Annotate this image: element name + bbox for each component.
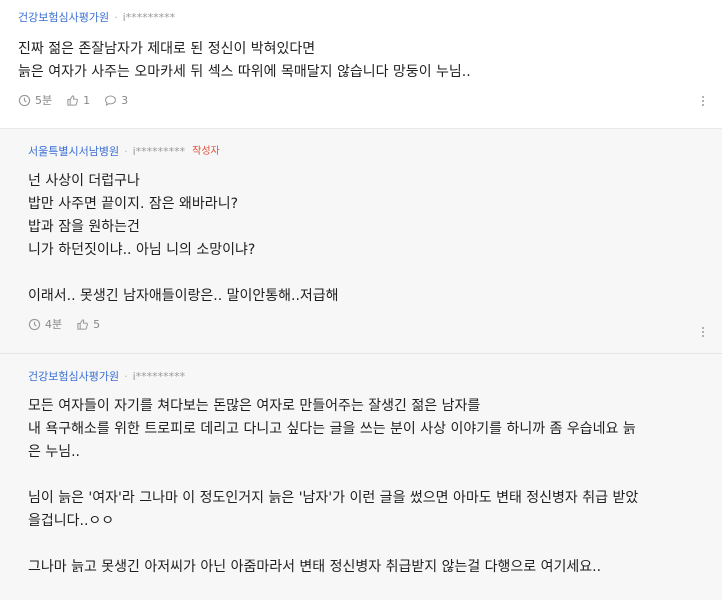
- comment-item: 건강보험심사평가원 · i********* 진짜 젊은 존잘남자가 제대로 된…: [0, 0, 722, 129]
- meta-separator: ·: [124, 145, 128, 158]
- comment-line: 늙은 여자가 사주는 오마카세 뒤 섹스 따위에 목매달지 않습니다 망둥이 누…: [18, 64, 471, 80]
- reply-item: 건강보험심사평가원 · i********* 모든 여자들이 자기를 쳐다보는 …: [0, 354, 722, 600]
- time-text: 4분: [45, 318, 63, 331]
- reply-item: 서울특별시서남병원 · i********* 작성자 넌 사상이 더럽구나 밥만…: [0, 129, 722, 354]
- comment-line: 그나마 늙고 못생긴 아저씨가 아닌 아줌마라서 변태 정신병자 취급받지 않는…: [28, 559, 602, 575]
- comment-meta: 건강보험심사평가원 · i*********: [18, 11, 704, 25]
- author-name[interactable]: 건강보험심사평가원: [28, 370, 119, 384]
- writer-badge: 작성자: [192, 146, 220, 157]
- comment-line: 내 욕구해소를 위한 트로피로 데리고 다니고 싶다는 글을 쓰는 분이 사상 …: [28, 421, 636, 437]
- comment-line: 이래서.. 못생긴 남자애들이랑은.. 말이안통해..저급해: [28, 288, 339, 304]
- time-text: 5분: [35, 94, 53, 107]
- comment-meta: 서울특별시서남병원 · i********* 작성자: [28, 145, 704, 159]
- clock-icon: [18, 94, 31, 106]
- reply-count: 3: [121, 93, 129, 107]
- like-button[interactable]: 5: [76, 318, 100, 331]
- comment-line: 밥과 잠을 원하는건: [28, 219, 140, 235]
- timestamp: 4분: [28, 316, 62, 332]
- author-name[interactable]: 서울특별시서남병원: [28, 145, 119, 159]
- user-id: i*********: [122, 11, 176, 24]
- comment-line: 님이 늙은 '여자'라 그나마 이 정도인거지 늙은 '남자'가 이런 글을 썼…: [28, 490, 639, 506]
- timestamp: 5분: [18, 92, 52, 108]
- speech-bubble-icon: [105, 95, 117, 106]
- comment-line: 니가 하던짓이냐.. 아님 니의 소망이냐?: [28, 242, 256, 258]
- comment-body: 넌 사상이 더럽구나 밥만 사주면 끝이지. 잠은 왜바라니? 밥과 잠을 원하…: [28, 170, 704, 308]
- comment-line: 모든 여자들이 자기를 쳐다보는 돈많은 여자로 만들어주는 잘생긴 젊은 남자…: [28, 398, 481, 414]
- like-count: 5: [93, 317, 101, 331]
- comment-actions: 4분 5: [28, 316, 704, 332]
- thumbs-up-icon: [77, 318, 89, 330]
- user-id: i*********: [132, 370, 186, 383]
- comment-meta: 건강보험심사평가원 · i*********: [28, 370, 704, 384]
- more-options-icon[interactable]: [696, 94, 710, 108]
- meta-separator: ·: [124, 370, 128, 383]
- comment-line: 밥만 사주면 끝이지. 잠은 왜바라니?: [28, 196, 239, 212]
- comment-line: 은 누님..: [28, 444, 80, 460]
- user-id: i*********: [132, 145, 186, 158]
- comment-body: 모든 여자들이 자기를 쳐다보는 돈많은 여자로 만들어주는 잘생긴 젊은 남자…: [28, 395, 704, 579]
- author-name[interactable]: 건강보험심사평가원: [18, 11, 109, 25]
- meta-separator: ·: [114, 11, 118, 24]
- comment-actions: 5분 1 3: [18, 92, 704, 108]
- comment-line: 을겁니다..ㅇㅇ: [28, 513, 115, 529]
- more-options-icon[interactable]: [696, 325, 710, 339]
- thumbs-up-icon: [67, 94, 79, 106]
- like-button[interactable]: 1: [66, 94, 90, 107]
- like-count: 1: [83, 93, 91, 107]
- clock-icon: [28, 318, 41, 330]
- comment-line: 넌 사상이 더럽구나: [28, 173, 140, 189]
- comment-body: 진짜 젊은 존잘남자가 제대로 된 정신이 박혀있다면 늙은 여자가 사주는 오…: [18, 38, 704, 84]
- comment-line: 진짜 젊은 존잘남자가 제대로 된 정신이 박혀있다면: [18, 41, 316, 57]
- reply-button[interactable]: 3: [104, 94, 128, 107]
